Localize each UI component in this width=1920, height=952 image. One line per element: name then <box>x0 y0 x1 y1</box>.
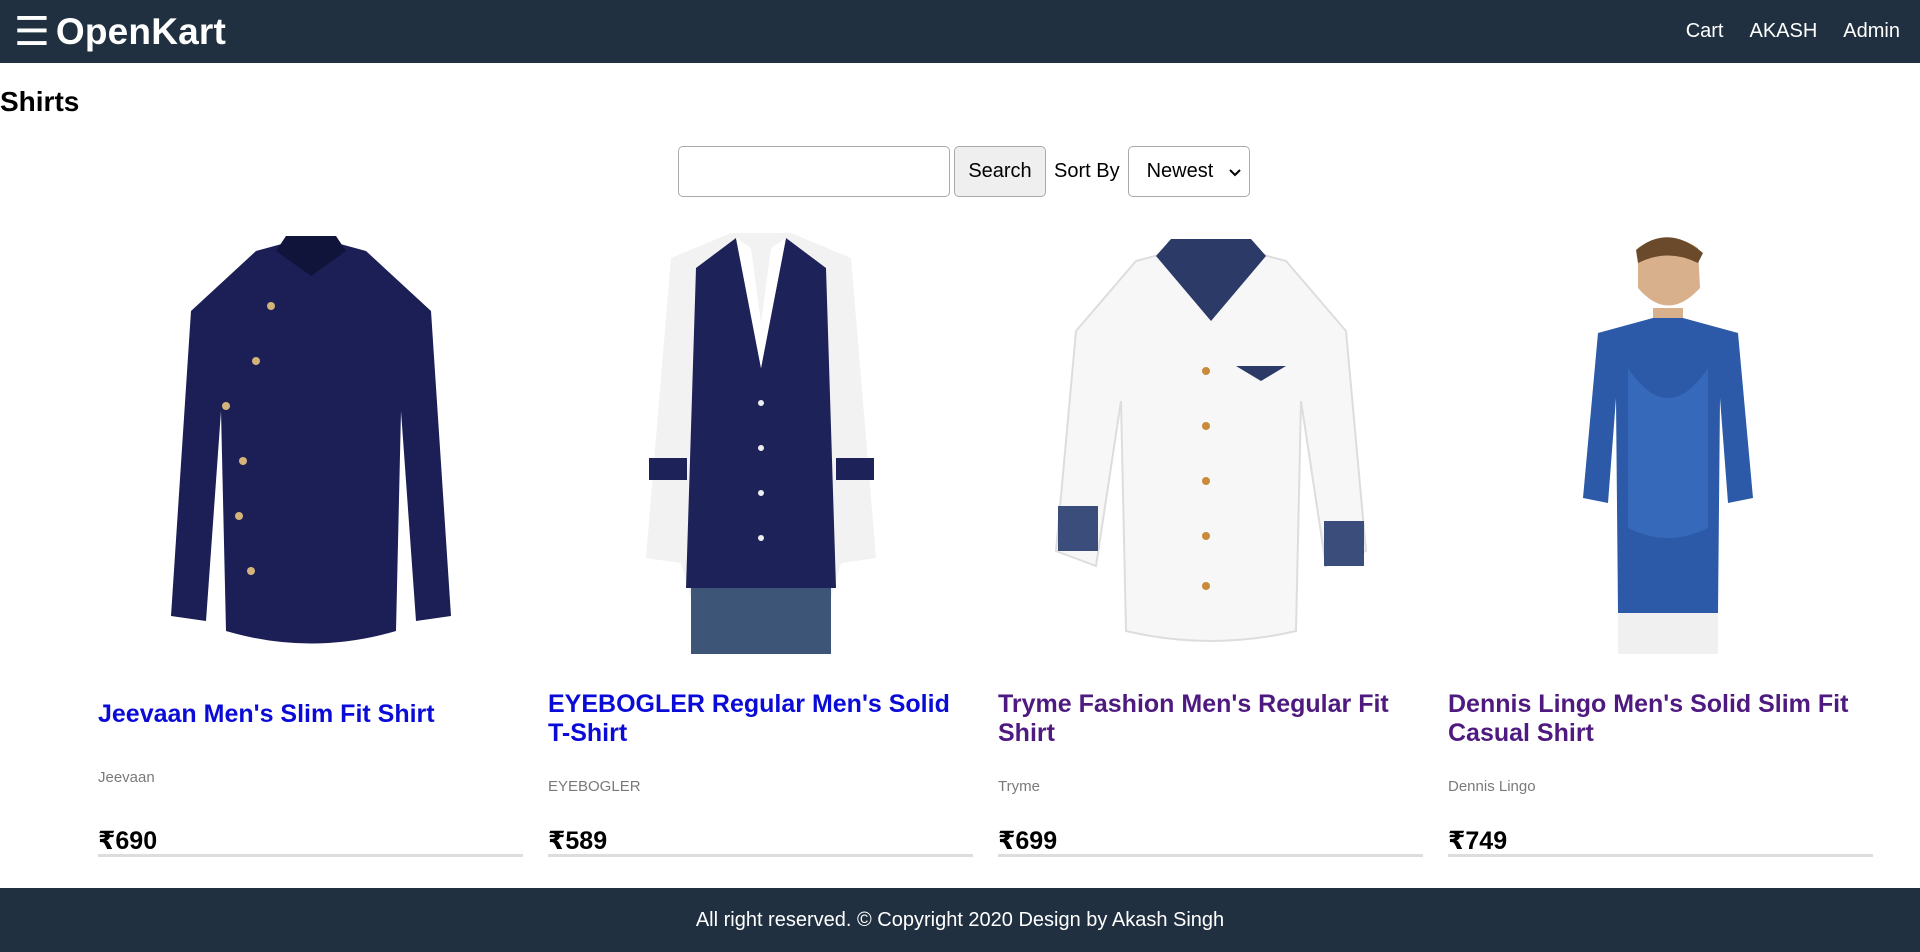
product-card: Dennis Lingo Men's Solid Slim Fit Casual… <box>1448 228 1873 857</box>
nav-admin-link[interactable]: Admin <box>1843 20 1900 43</box>
search-input[interactable] <box>678 146 950 197</box>
product-image-white-shirt[interactable] <box>998 228 1423 654</box>
page-title: Shirts <box>0 86 80 117</box>
header-nav: Cart AKASH Admin <box>1686 20 1900 43</box>
nav-user-link[interactable]: AKASH <box>1749 20 1817 43</box>
product-card: Tryme Fashion Men's Regular Fit Shirt Tr… <box>998 228 1423 857</box>
product-title-link[interactable]: EYEBOGLER Regular Men's Solid T-Shirt <box>548 690 973 748</box>
product-image-navy-shirt[interactable] <box>98 228 523 654</box>
product-image-denim-shirt[interactable] <box>1448 228 1873 654</box>
product-title-link[interactable]: Dennis Lingo Men's Solid Slim Fit Casual… <box>1448 690 1873 748</box>
product-price: ₹699 <box>998 827 1058 855</box>
product-brand: Tryme <box>998 778 1040 795</box>
sort-selected-value: Newest <box>1146 160 1214 182</box>
nav-cart-link[interactable]: Cart <box>1686 20 1724 43</box>
product-card: Jeevaan Men's Slim Fit Shirt Jeevaan ₹69… <box>98 228 523 857</box>
product-card: EYEBOGLER Regular Men's Solid T-Shirt EY… <box>548 228 973 857</box>
divider <box>98 854 523 857</box>
hamburger-menu-icon[interactable]: ☰ <box>14 12 50 52</box>
product-brand: Jeevaan <box>98 769 155 786</box>
top-navbar: ☰ OpenKart Cart AKASH Admin <box>0 0 1920 63</box>
product-title-link[interactable]: Jeevaan Men's Slim Fit Shirt <box>98 700 523 729</box>
search-button[interactable]: Search <box>954 146 1046 197</box>
brand-area: ☰ OpenKart <box>14 11 226 53</box>
product-price: ₹589 <box>548 827 608 855</box>
filter-bar: Search Sort By Newest <box>678 146 1250 197</box>
product-grid: Jeevaan Men's Slim Fit Shirt Jeevaan ₹69… <box>98 228 1873 857</box>
brand-logo-link[interactable]: OpenKart <box>56 11 226 53</box>
divider <box>998 854 1423 857</box>
product-price: ₹690 <box>98 827 158 855</box>
divider <box>548 854 973 857</box>
product-image-vest-tshirt[interactable] <box>548 228 973 654</box>
product-price: ₹749 <box>1448 827 1508 855</box>
footer: All right reserved. © Copyright 2020 Des… <box>0 888 1920 952</box>
sort-select[interactable]: Newest <box>1127 146 1250 197</box>
sort-by-label: Sort By <box>1054 160 1120 182</box>
product-brand: Dennis Lingo <box>1448 778 1536 795</box>
footer-copyright: All right reserved. © Copyright 2020 Des… <box>695 908 1225 931</box>
chevron-down-icon <box>1228 164 1241 180</box>
product-brand: EYEBOGLER <box>548 778 641 795</box>
product-title-link[interactable]: Tryme Fashion Men's Regular Fit Shirt <box>998 690 1423 748</box>
divider <box>1448 854 1873 857</box>
